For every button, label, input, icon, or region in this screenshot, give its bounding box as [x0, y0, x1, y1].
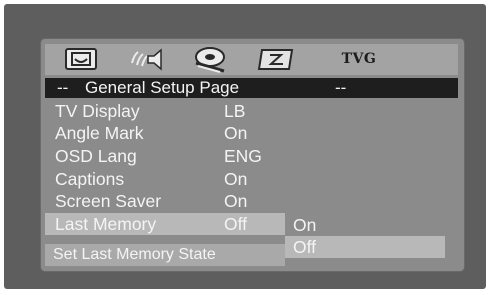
submenu-option-label: On [293, 215, 317, 235]
menu-item-tv-display[interactable]: TV Display LB [45, 100, 285, 122]
submenu-option-off[interactable]: Off [285, 236, 445, 258]
menu-item-label: OSD Lang [55, 146, 137, 166]
status-bar: Set Last Memory State [45, 244, 285, 266]
video-setup-icon[interactable] [190, 47, 230, 73]
menu-item-label: Last Memory [55, 214, 157, 234]
menu-item-value: LB [224, 101, 246, 121]
menu-item-label: Screen Saver [55, 191, 162, 211]
menu-item-value: Off [224, 214, 248, 234]
submenu-option-on[interactable]: On [285, 214, 445, 236]
audio-setup-icon[interactable] [128, 47, 166, 71]
menu-item-value: ENG [224, 146, 262, 166]
setup-icon-bar [45, 44, 458, 75]
page-title: General Setup Page [85, 78, 240, 97]
title-suffix: -- [335, 78, 347, 97]
menu-item-value: On [224, 123, 248, 143]
page-title-bar: -- General Setup Page -- [45, 78, 458, 98]
menu-item-captions[interactable]: Captions On [45, 168, 285, 190]
menu-item-value: On [224, 169, 248, 189]
menu-item-angle-mark[interactable]: Angle Mark On [45, 122, 285, 144]
tvg-icon[interactable]: TVG [337, 51, 381, 67]
general-setup-icon[interactable] [64, 47, 98, 71]
menu-item-label: TV Display [55, 101, 140, 121]
preference-icon[interactable] [257, 47, 295, 71]
submenu-option-label: Off [293, 237, 317, 257]
menu-item-osd-lang[interactable]: OSD Lang ENG [45, 145, 285, 167]
title-prefix: -- [57, 78, 69, 97]
menu-item-value: On [224, 191, 248, 211]
menu-item-last-memory[interactable]: Last Memory Off [45, 213, 285, 235]
menu-item-screen-saver[interactable]: Screen Saver On [45, 190, 285, 212]
menu-item-label: Captions [55, 169, 125, 189]
status-text: Set Last Memory State [53, 246, 216, 263]
menu-item-label: Angle Mark [55, 123, 144, 143]
